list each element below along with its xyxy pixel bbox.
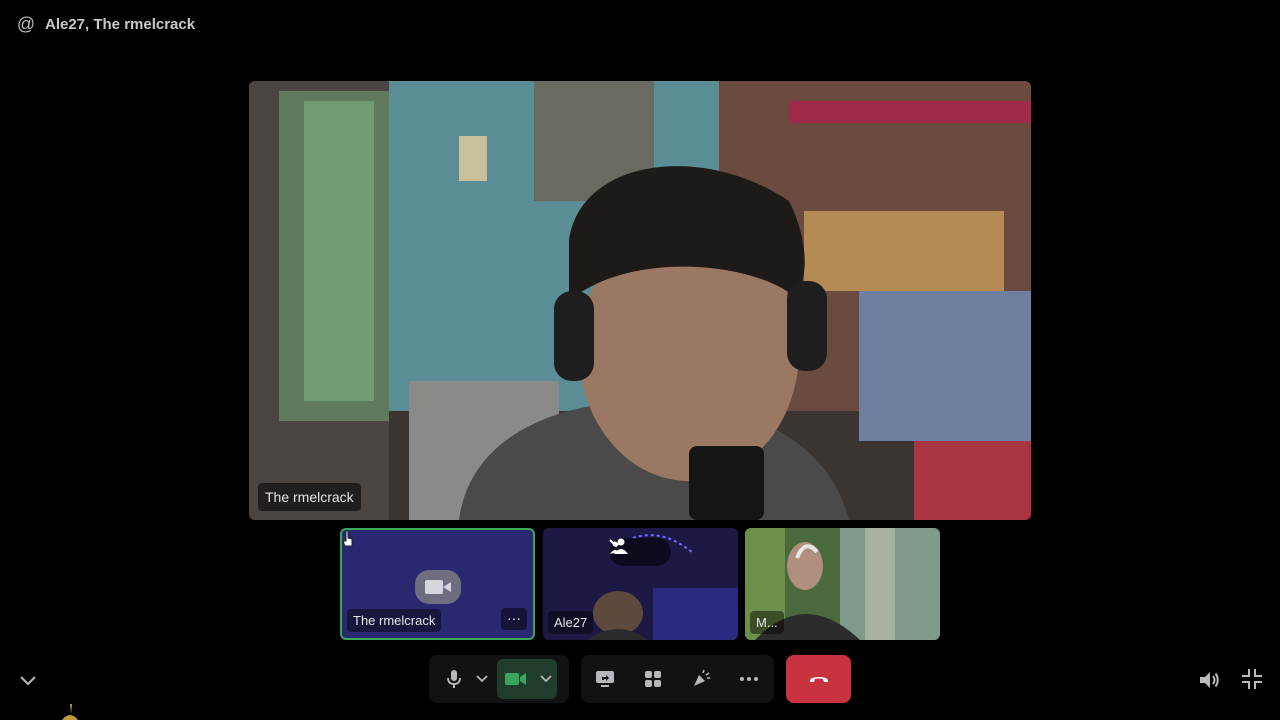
- video-camera-icon: [415, 570, 461, 604]
- tile-name-label: The rmelcrack: [347, 609, 442, 632]
- activities-button[interactable]: [629, 659, 677, 699]
- stage-name-label: The rmelcrack: [258, 483, 361, 511]
- tile-overlay-controls[interactable]: [609, 538, 671, 566]
- partial-app-icon: [62, 704, 78, 720]
- people-icon[interactable]: [609, 538, 629, 554]
- camera-toggle-button[interactable]: [497, 659, 557, 699]
- camera-options-button[interactable]: [535, 675, 557, 683]
- screen-share-button[interactable]: [581, 659, 629, 699]
- chevron-down-icon: [476, 675, 488, 683]
- soundboard-icon: [694, 669, 710, 686]
- call-action-controls: [581, 655, 774, 703]
- mic-options-button[interactable]: [471, 659, 493, 699]
- chevron-down-icon[interactable]: [18, 670, 38, 690]
- soundboard-button[interactable]: [677, 659, 725, 699]
- participant-tile[interactable]: M...: [745, 528, 940, 640]
- tile-name-label: Ale27: [548, 611, 594, 634]
- call-header: @ Ale27, The rmelcrack: [0, 0, 1280, 48]
- tile-name-label: M...: [750, 611, 784, 634]
- voice-video-controls: [429, 655, 569, 703]
- main-video-stage[interactable]: The rmelcrack: [249, 81, 1031, 520]
- more-options-button[interactable]: [725, 659, 773, 699]
- call-title: Ale27, The rmelcrack: [45, 15, 196, 33]
- microphone-icon: [447, 670, 461, 688]
- speaker-volume-icon[interactable]: [1197, 668, 1221, 692]
- leave-call-button[interactable]: [786, 655, 851, 703]
- video-camera-icon: [505, 673, 526, 685]
- hang-up-icon: [809, 677, 828, 682]
- microphone-button[interactable]: [437, 659, 471, 699]
- pointer-cursor-icon: [342, 530, 353, 547]
- tile-more-button[interactable]: ···: [501, 608, 527, 630]
- main-video-feed: [249, 81, 1031, 520]
- exit-fullscreen-icon[interactable]: [1241, 668, 1263, 690]
- at-icon: @: [16, 14, 36, 34]
- camera-button[interactable]: [497, 672, 535, 686]
- participant-tile-self[interactable]: The rmelcrack ···: [340, 528, 535, 640]
- screen-share-icon: [596, 671, 614, 687]
- ellipsis-icon: [740, 677, 758, 681]
- chevron-down-icon: [540, 675, 552, 683]
- activities-icon: [645, 671, 661, 687]
- participant-tile[interactable]: Ale27: [543, 528, 738, 640]
